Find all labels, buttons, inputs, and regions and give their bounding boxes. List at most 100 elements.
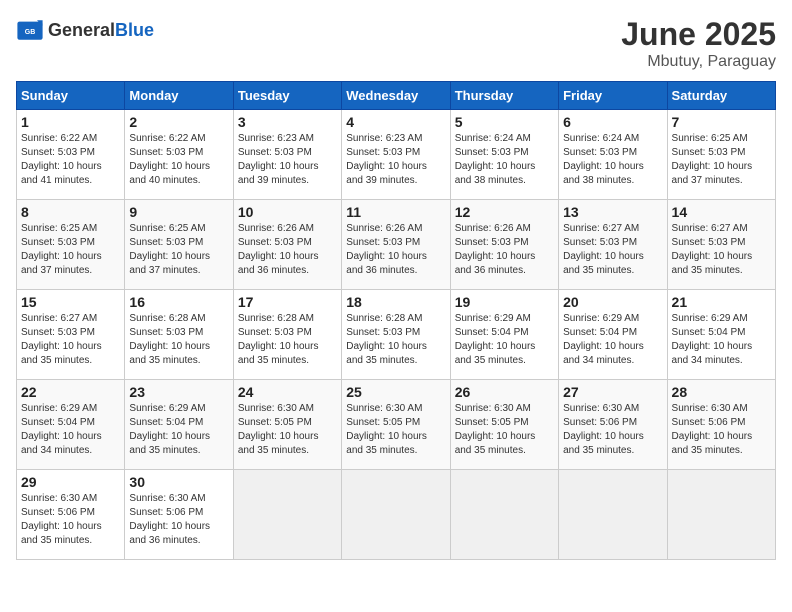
calendar-row-5: 29Sunrise: 6:30 AMSunset: 5:06 PMDayligh… (17, 470, 776, 560)
calendar-cell: 6 Sunrise: 6:24 AMSunset: 5:03 PMDaylight… (559, 110, 667, 200)
calendar-cell (233, 470, 341, 560)
calendar-cell: 13 Sunrise: 6:27 AMSunset: 5:03 PMDayligh… (559, 200, 667, 290)
day-info: Sunrise: 6:27 AMSunset: 5:03 PMDaylight:… (21, 312, 120, 368)
day-number: 29 (21, 474, 120, 490)
day-info: Sunrise: 6:22 AMSunset: 5:03 PMDaylight:… (21, 132, 120, 188)
day-number: 21 (672, 294, 771, 310)
calendar-cell: 23 Sunrise: 6:29 AMSunset: 5:04 PMDayligh… (125, 380, 233, 470)
day-number: 18 (346, 294, 445, 310)
svg-text:GB: GB (25, 29, 36, 36)
day-number: 16 (129, 294, 228, 310)
day-info: Sunrise: 6:25 AMSunset: 5:03 PMDaylight:… (672, 132, 771, 188)
logo-general: General (48, 20, 115, 40)
calendar-row-3: 15 Sunrise: 6:27 AMSunset: 5:03 PMDayligh… (17, 290, 776, 380)
day-number: 13 (563, 204, 662, 220)
day-info: Sunrise: 6:23 AMSunset: 5:03 PMDaylight:… (238, 132, 337, 188)
calendar-cell: 8 Sunrise: 6:25 AMSunset: 5:03 PMDaylight… (17, 200, 125, 290)
day-info: Sunrise: 6:26 AMSunset: 5:03 PMDaylight:… (238, 222, 337, 278)
day-number: 7 (672, 114, 771, 130)
day-number: 8 (21, 204, 120, 220)
calendar-cell: 10Sunrise: 6:26 AMSunset: 5:03 PMDayligh… (233, 200, 341, 290)
col-thursday: Thursday (450, 82, 558, 110)
day-number: 3 (238, 114, 337, 130)
day-number: 28 (672, 384, 771, 400)
calendar-cell: 24 Sunrise: 6:30 AMSunset: 5:05 PMDayligh… (233, 380, 341, 470)
col-monday: Monday (125, 82, 233, 110)
day-number: 26 (455, 384, 554, 400)
day-info: Sunrise: 6:28 AMSunset: 5:03 PMDaylight:… (346, 312, 445, 368)
day-info: Sunrise: 6:30 AMSunset: 5:05 PMDaylight:… (455, 402, 554, 458)
calendar-cell (667, 470, 775, 560)
calendar-cell: 5Sunrise: 6:24 AMSunset: 5:03 PMDaylight… (450, 110, 558, 200)
calendar-cell: 1 Sunrise: 6:22 AMSunset: 5:03 PMDaylight… (17, 110, 125, 200)
calendar-cell: 12 Sunrise: 6:26 AMSunset: 5:03 PMDayligh… (450, 200, 558, 290)
day-number: 22 (21, 384, 120, 400)
day-info: Sunrise: 6:28 AMSunset: 5:03 PMDaylight:… (238, 312, 337, 368)
col-sunday: Sunday (17, 82, 125, 110)
title-area: June 2025 Mbutuy, Paraguay (621, 16, 776, 71)
calendar-row-1: 1 Sunrise: 6:22 AMSunset: 5:03 PMDaylight… (17, 110, 776, 200)
calendar-cell: 21 Sunrise: 6:29 AMSunset: 5:04 PMDayligh… (667, 290, 775, 380)
day-number: 17 (238, 294, 337, 310)
day-number: 24 (238, 384, 337, 400)
col-wednesday: Wednesday (342, 82, 450, 110)
day-info: Sunrise: 6:24 AMSunset: 5:03 PMDaylight:… (563, 132, 662, 188)
calendar-cell: 30Sunrise: 6:30 AMSunset: 5:06 PMDayligh… (125, 470, 233, 560)
calendar-cell: 27 Sunrise: 6:30 AMSunset: 5:06 PMDayligh… (559, 380, 667, 470)
calendar-cell: 22 Sunrise: 6:29 AMSunset: 5:04 PMDayligh… (17, 380, 125, 470)
day-info: Sunrise: 6:25 AMSunset: 5:03 PMDaylight:… (129, 222, 228, 278)
col-tuesday: Tuesday (233, 82, 341, 110)
calendar-cell: 19Sunrise: 6:29 AMSunset: 5:04 PMDayligh… (450, 290, 558, 380)
calendar-row-4: 22 Sunrise: 6:29 AMSunset: 5:04 PMDayligh… (17, 380, 776, 470)
day-info: Sunrise: 6:26 AMSunset: 5:03 PMDaylight:… (346, 222, 445, 278)
calendar-cell: 18 Sunrise: 6:28 AMSunset: 5:03 PMDayligh… (342, 290, 450, 380)
day-number: 4 (346, 114, 445, 130)
calendar-cell: 26 Sunrise: 6:30 AMSunset: 5:05 PMDayligh… (450, 380, 558, 470)
day-info: Sunrise: 6:29 AMSunset: 5:04 PMDaylight:… (21, 402, 120, 458)
day-info: Sunrise: 6:29 AMSunset: 5:04 PMDaylight:… (129, 402, 228, 458)
calendar-cell: 20 Sunrise: 6:29 AMSunset: 5:04 PMDayligh… (559, 290, 667, 380)
day-number: 1 (21, 114, 120, 130)
day-info: Sunrise: 6:23 AMSunset: 5:03 PMDaylight:… (346, 132, 445, 188)
calendar-cell: 2Sunrise: 6:22 AMSunset: 5:03 PMDaylight… (125, 110, 233, 200)
day-info: Sunrise: 6:30 AMSunset: 5:06 PMDaylight:… (563, 402, 662, 458)
calendar-row-2: 8 Sunrise: 6:25 AMSunset: 5:03 PMDaylight… (17, 200, 776, 290)
day-info: Sunrise: 6:26 AMSunset: 5:03 PMDaylight:… (455, 222, 554, 278)
calendar-cell (559, 470, 667, 560)
calendar-cell (342, 470, 450, 560)
logo-text: GeneralBlue (48, 20, 154, 41)
day-info: Sunrise: 6:29 AMSunset: 5:04 PMDaylight:… (672, 312, 771, 368)
calendar-table: Sunday Monday Tuesday Wednesday Thursday… (16, 81, 776, 560)
calendar-header-row: Sunday Monday Tuesday Wednesday Thursday… (17, 82, 776, 110)
calendar-cell: 7 Sunrise: 6:25 AMSunset: 5:03 PMDaylight… (667, 110, 775, 200)
day-number: 23 (129, 384, 228, 400)
day-number: 14 (672, 204, 771, 220)
day-number: 27 (563, 384, 662, 400)
calendar-cell: 11Sunrise: 6:26 AMSunset: 5:03 PMDayligh… (342, 200, 450, 290)
calendar-title: June 2025 (621, 16, 776, 53)
day-info: Sunrise: 6:27 AMSunset: 5:03 PMDaylight:… (672, 222, 771, 278)
day-number: 30 (129, 474, 228, 490)
calendar-cell: 3 Sunrise: 6:23 AMSunset: 5:03 PMDaylight… (233, 110, 341, 200)
day-info: Sunrise: 6:30 AMSunset: 5:06 PMDaylight:… (672, 402, 771, 458)
day-info: Sunrise: 6:29 AMSunset: 5:04 PMDaylight:… (563, 312, 662, 368)
day-number: 6 (563, 114, 662, 130)
day-info: Sunrise: 6:30 AMSunset: 5:05 PMDaylight:… (238, 402, 337, 458)
calendar-cell: 4 Sunrise: 6:23 AMSunset: 5:03 PMDaylight… (342, 110, 450, 200)
col-friday: Friday (559, 82, 667, 110)
calendar-cell (450, 470, 558, 560)
logo-blue: Blue (115, 20, 154, 40)
calendar-cell: 9Sunrise: 6:25 AMSunset: 5:03 PMDaylight… (125, 200, 233, 290)
header: GB GeneralBlue June 2025 Mbutuy, Paragua… (16, 16, 776, 71)
calendar-subtitle: Mbutuy, Paraguay (621, 53, 776, 71)
calendar-cell: 16Sunrise: 6:28 AMSunset: 5:03 PMDayligh… (125, 290, 233, 380)
day-info: Sunrise: 6:25 AMSunset: 5:03 PMDaylight:… (21, 222, 120, 278)
logo-icon: GB (16, 16, 44, 44)
day-number: 12 (455, 204, 554, 220)
day-number: 19 (455, 294, 554, 310)
day-number: 15 (21, 294, 120, 310)
calendar-cell: 29Sunrise: 6:30 AMSunset: 5:06 PMDayligh… (17, 470, 125, 560)
calendar-cell: 15 Sunrise: 6:27 AMSunset: 5:03 PMDayligh… (17, 290, 125, 380)
day-info: Sunrise: 6:27 AMSunset: 5:03 PMDaylight:… (563, 222, 662, 278)
day-number: 20 (563, 294, 662, 310)
